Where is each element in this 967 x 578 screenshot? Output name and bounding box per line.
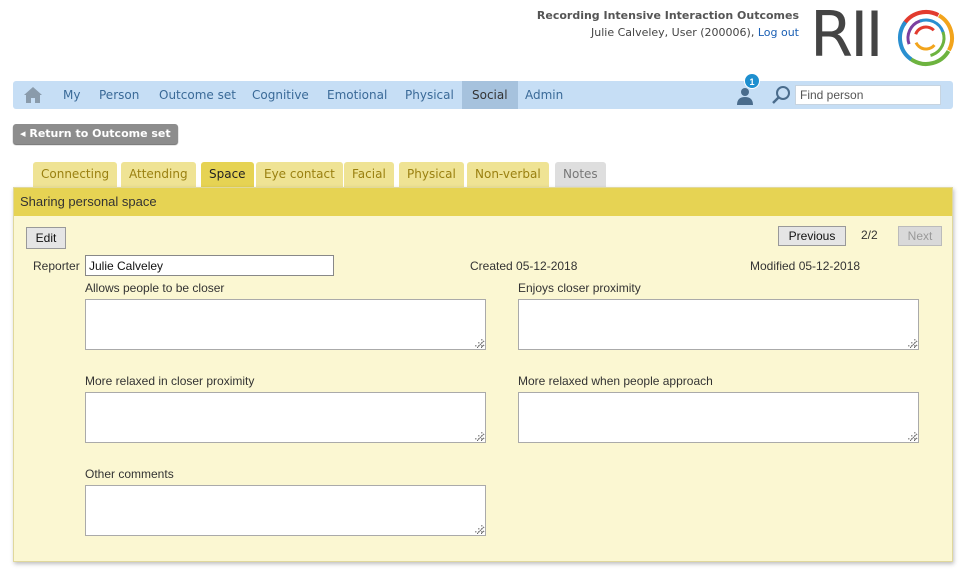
field-label-other-comments: Other comments	[85, 467, 174, 481]
outcome-panel: Sharing personal space Edit Previous 2/2…	[13, 187, 953, 562]
edit-button[interactable]: Edit	[26, 227, 66, 249]
user-icon[interactable]	[735, 87, 755, 105]
relaxed-approach-textarea[interactable]	[518, 392, 919, 443]
tab-facial[interactable]: Facial	[344, 162, 394, 187]
user-text: Julie Calveley, User (200006),	[591, 26, 755, 39]
modified-date: Modified 05-12-2018	[750, 259, 861, 273]
return-to-outcome-set-button[interactable]: ◂ Return to Outcome set	[13, 124, 178, 144]
field-label-relaxed-approach: More relaxed when people approach	[518, 374, 713, 388]
nav-social[interactable]: Social	[462, 81, 518, 109]
other-comments-textarea[interactable]	[85, 485, 486, 536]
search-icon[interactable]	[771, 85, 791, 105]
tab-connecting[interactable]: Connecting	[33, 162, 118, 187]
home-icon[interactable]	[23, 86, 43, 104]
previous-button[interactable]: Previous	[778, 226, 846, 246]
nav-physical[interactable]: Physical	[395, 81, 464, 109]
relaxed-closer-textarea[interactable]	[85, 392, 486, 443]
find-person-input[interactable]	[795, 85, 941, 105]
tab-physical[interactable]: Physical	[399, 162, 464, 187]
resize-grip-icon[interactable]	[908, 339, 916, 347]
logout-link[interactable]: Log out	[758, 26, 799, 39]
tab-space[interactable]: Space	[201, 162, 254, 187]
tab-eye-contact[interactable]: Eye contact	[256, 162, 343, 187]
allows-closer-textarea[interactable]	[85, 299, 486, 350]
reporter-field[interactable]	[85, 255, 334, 276]
logo-text: RII	[810, 0, 884, 71]
next-button[interactable]: Next	[898, 226, 942, 246]
riio-logo: RII	[810, 4, 956, 68]
tab-attending[interactable]: Attending	[121, 162, 196, 187]
user-info: Julie Calveley, User (200006), Log out	[591, 26, 799, 39]
nav-admin[interactable]: Admin	[515, 81, 573, 109]
nav-person[interactable]: Person	[89, 81, 149, 109]
page-indicator: 2/2	[861, 228, 878, 242]
created-date: Created 05-12-2018	[470, 259, 578, 273]
main-nav: My Person Outcome set Cognitive Emotiona…	[13, 73, 953, 109]
field-label-enjoys-closer: Enjoys closer proximity	[518, 281, 641, 295]
resize-grip-icon[interactable]	[475, 339, 483, 347]
app-title: Recording Intensive Interaction Outcomes	[536, 9, 799, 22]
field-wrap	[518, 299, 919, 350]
field-label-allows-closer: Allows people to be closer	[85, 281, 225, 295]
tab-non-verbal[interactable]: Non-verbal	[467, 162, 549, 187]
field-wrap	[85, 299, 486, 350]
panel-title: Sharing personal space	[14, 188, 952, 216]
logo-rings-icon	[898, 10, 954, 66]
nav-cognitive[interactable]: Cognitive	[242, 81, 319, 109]
field-wrap	[85, 392, 486, 443]
reporter-label: Reporter	[33, 259, 80, 273]
nav-emotional[interactable]: Emotional	[317, 81, 397, 109]
resize-grip-icon[interactable]	[475, 432, 483, 440]
notification-badge[interactable]: 1	[744, 73, 760, 89]
tab-notes[interactable]: Notes	[555, 162, 606, 187]
resize-grip-icon[interactable]	[475, 525, 483, 533]
field-label-relaxed-closer: More relaxed in closer proximity	[85, 374, 255, 388]
field-wrap	[85, 485, 486, 536]
enjoys-closer-textarea[interactable]	[518, 299, 919, 350]
field-wrap	[518, 392, 919, 443]
resize-grip-icon[interactable]	[908, 432, 916, 440]
nav-my[interactable]: My	[53, 81, 90, 109]
nav-outcome-set[interactable]: Outcome set	[149, 81, 246, 109]
